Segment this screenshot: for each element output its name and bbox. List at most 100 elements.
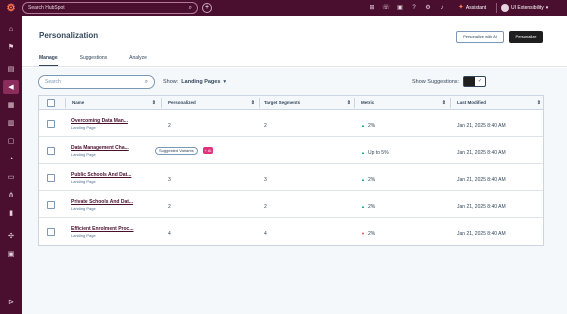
- metric-text: Up to 5%: [367, 150, 389, 156]
- column-header-personalized[interactable]: Personalized ⇕: [168, 96, 258, 110]
- collapse-sidebar-icon[interactable]: ⊳: [3, 295, 19, 309]
- table-row[interactable]: Private Schools And Dat... Landing Page …: [39, 191, 543, 218]
- reports-icon[interactable]: ▤: [3, 62, 19, 76]
- service-icon[interactable]: ◔: [3, 152, 19, 166]
- page-name-link[interactable]: Efficient Enrolment Proc...: [71, 226, 134, 232]
- apps-icon[interactable]: ▣: [3, 247, 19, 261]
- chevron-down-icon: ▾: [545, 5, 549, 11]
- column-header-target-segments[interactable]: Target Segments ⇕: [264, 96, 354, 110]
- column-divider: [450, 98, 451, 108]
- trend-up-icon: ▲: [361, 123, 365, 128]
- bell-icon[interactable]: ♪: [437, 3, 447, 13]
- personalized-count: 2: [168, 123, 171, 129]
- last-modified: Jan 21, 2025 8:40 AM: [457, 150, 506, 156]
- personalize-button[interactable]: Personalize: [509, 31, 543, 43]
- column-header-name[interactable]: Name ⇕: [72, 96, 159, 110]
- page-type: Landing Page: [71, 206, 96, 211]
- personalization-table: Name ⇕ Personalized ⇕ Target Segments ⇕ Met…: [38, 95, 544, 246]
- create-new-button[interactable]: +: [202, 3, 212, 13]
- grid-icon[interactable]: ⊞: [367, 3, 377, 13]
- column-divider: [161, 98, 162, 108]
- show-filter: Show: Landing Pages ▾: [163, 79, 226, 85]
- account-menu[interactable]: UI Extensibility ▾: [501, 3, 548, 13]
- ai-badge: + AI: [203, 147, 213, 154]
- data-icon[interactable]: ▭: [3, 170, 19, 184]
- target-segments-count: 2: [264, 204, 267, 210]
- trend-up-icon: ▲: [361, 150, 365, 155]
- analytics-icon[interactable]: ▮: [3, 206, 19, 220]
- bookmark-icon[interactable]: ⚑: [3, 40, 19, 54]
- column-label: Name: [72, 100, 85, 105]
- sort-icon[interactable]: ⇕: [251, 96, 255, 110]
- sort-icon[interactable]: ⇕: [442, 96, 446, 110]
- show-suggestions-label: Show Suggestions:: [412, 79, 460, 85]
- show-suggestions-toggle[interactable]: ✓: [463, 76, 486, 87]
- commerce-icon[interactable]: ▥: [3, 116, 19, 130]
- column-label: Last Modified: [457, 100, 486, 105]
- show-filter-label: Show:: [163, 79, 179, 85]
- row-checkbox[interactable]: [47, 174, 55, 182]
- check-icon: ✓: [477, 78, 483, 84]
- global-search-input[interactable]: Search HubSpot ⌕: [22, 2, 198, 14]
- row-checkbox[interactable]: [47, 147, 55, 155]
- metric-text: 2%: [367, 204, 376, 210]
- last-modified: Jan 21, 2025 8:40 AM: [457, 123, 506, 129]
- row-checkbox[interactable]: [47, 228, 55, 236]
- sort-icon[interactable]: ⇕: [347, 96, 351, 110]
- automation-icon[interactable]: ⋔: [3, 188, 19, 202]
- row-checkbox[interactable]: [47, 201, 55, 209]
- page-name-link[interactable]: Overcoming Data Man...: [71, 118, 128, 124]
- chevron-down-icon[interactable]: ▾: [223, 79, 226, 85]
- assistant-button[interactable]: ✦ Assistant: [458, 3, 486, 13]
- last-modified: Jan 21, 2025 8:40 AM: [457, 204, 506, 210]
- sort-icon[interactable]: ⇕: [537, 96, 541, 110]
- help-icon[interactable]: ?: [409, 3, 419, 13]
- metric-value: ▲ 2%: [361, 177, 375, 183]
- metric-value: ▲ 2%: [361, 123, 375, 129]
- page-name-link[interactable]: Private Schools And Dat...: [71, 199, 133, 205]
- table-header: Name ⇕ Personalized ⇕ Target Segments ⇕ Met…: [39, 96, 543, 110]
- integrations-icon[interactable]: ✣: [3, 229, 19, 243]
- table-row[interactable]: Public Schools And Dat... Landing Page 3…: [39, 164, 543, 191]
- target-segments-count: 4: [264, 231, 267, 237]
- column-header-last-modified[interactable]: Last Modified ⇕: [457, 96, 544, 110]
- gear-icon[interactable]: ⚙: [423, 3, 433, 13]
- search-icon: ⌕: [188, 4, 192, 11]
- nav-divider: [496, 3, 497, 13]
- page-name-link[interactable]: Public Schools And Dat...: [71, 172, 131, 178]
- content-icon[interactable]: ▦: [3, 98, 19, 112]
- row-checkbox[interactable]: [47, 120, 55, 128]
- table-row[interactable]: Efficient Enrolment Proc... Landing Page…: [39, 218, 543, 245]
- marketing-icon[interactable]: ◀: [3, 80, 19, 94]
- page-header: Personalization Personalize with AI Pers…: [22, 16, 567, 68]
- metric-text: 2%: [367, 231, 376, 237]
- personalized-count: 3: [168, 177, 171, 183]
- target-segments-count: 3: [264, 177, 267, 183]
- select-all-checkbox[interactable]: [47, 99, 55, 107]
- show-filter-dropdown[interactable]: Landing Pages: [181, 79, 220, 85]
- left-sidebar: ⌂ ⚑ ▤ ◀ ▦ ▥ ▢ ◔ ▭ ⋔ ▮ ✣ ▣ ⊳: [0, 16, 22, 314]
- phone-icon[interactable]: ☏: [381, 3, 391, 13]
- table-row[interactable]: Data Management Cha... Landing Page Sugg…: [39, 137, 543, 164]
- page-name-link[interactable]: Data Management Cha...: [71, 145, 129, 151]
- page-type: Landing Page: [71, 125, 96, 130]
- avatar: [501, 4, 509, 12]
- page-type: Landing Page: [71, 233, 96, 238]
- last-modified: Jan 21, 2025 8:40 AM: [457, 231, 506, 237]
- table-row[interactable]: Overcoming Data Man... Landing Page 2 2 …: [39, 110, 543, 137]
- table-search-input[interactable]: Search ⌕: [38, 75, 155, 89]
- toggle-knob: [464, 77, 475, 86]
- column-header-metric[interactable]: Metric ⇕: [361, 96, 449, 110]
- trend-down-icon: ▼: [361, 231, 365, 236]
- store-icon[interactable]: ▣: [395, 3, 405, 13]
- suggested-variants-badge[interactable]: Suggested Variants: [155, 147, 198, 155]
- page-type: Landing Page: [71, 179, 96, 184]
- home-icon[interactable]: ⌂: [3, 22, 19, 36]
- target-segments-count: 2: [264, 123, 267, 129]
- tabs-divider: [22, 66, 567, 67]
- personalize-with-ai-button[interactable]: Personalize with AI: [456, 31, 504, 43]
- documents-icon[interactable]: ▢: [3, 134, 19, 148]
- table-search-placeholder: Search: [45, 79, 61, 85]
- sort-icon[interactable]: ⇕: [152, 96, 156, 110]
- hubspot-logo-icon[interactable]: ⚙: [0, 0, 22, 16]
